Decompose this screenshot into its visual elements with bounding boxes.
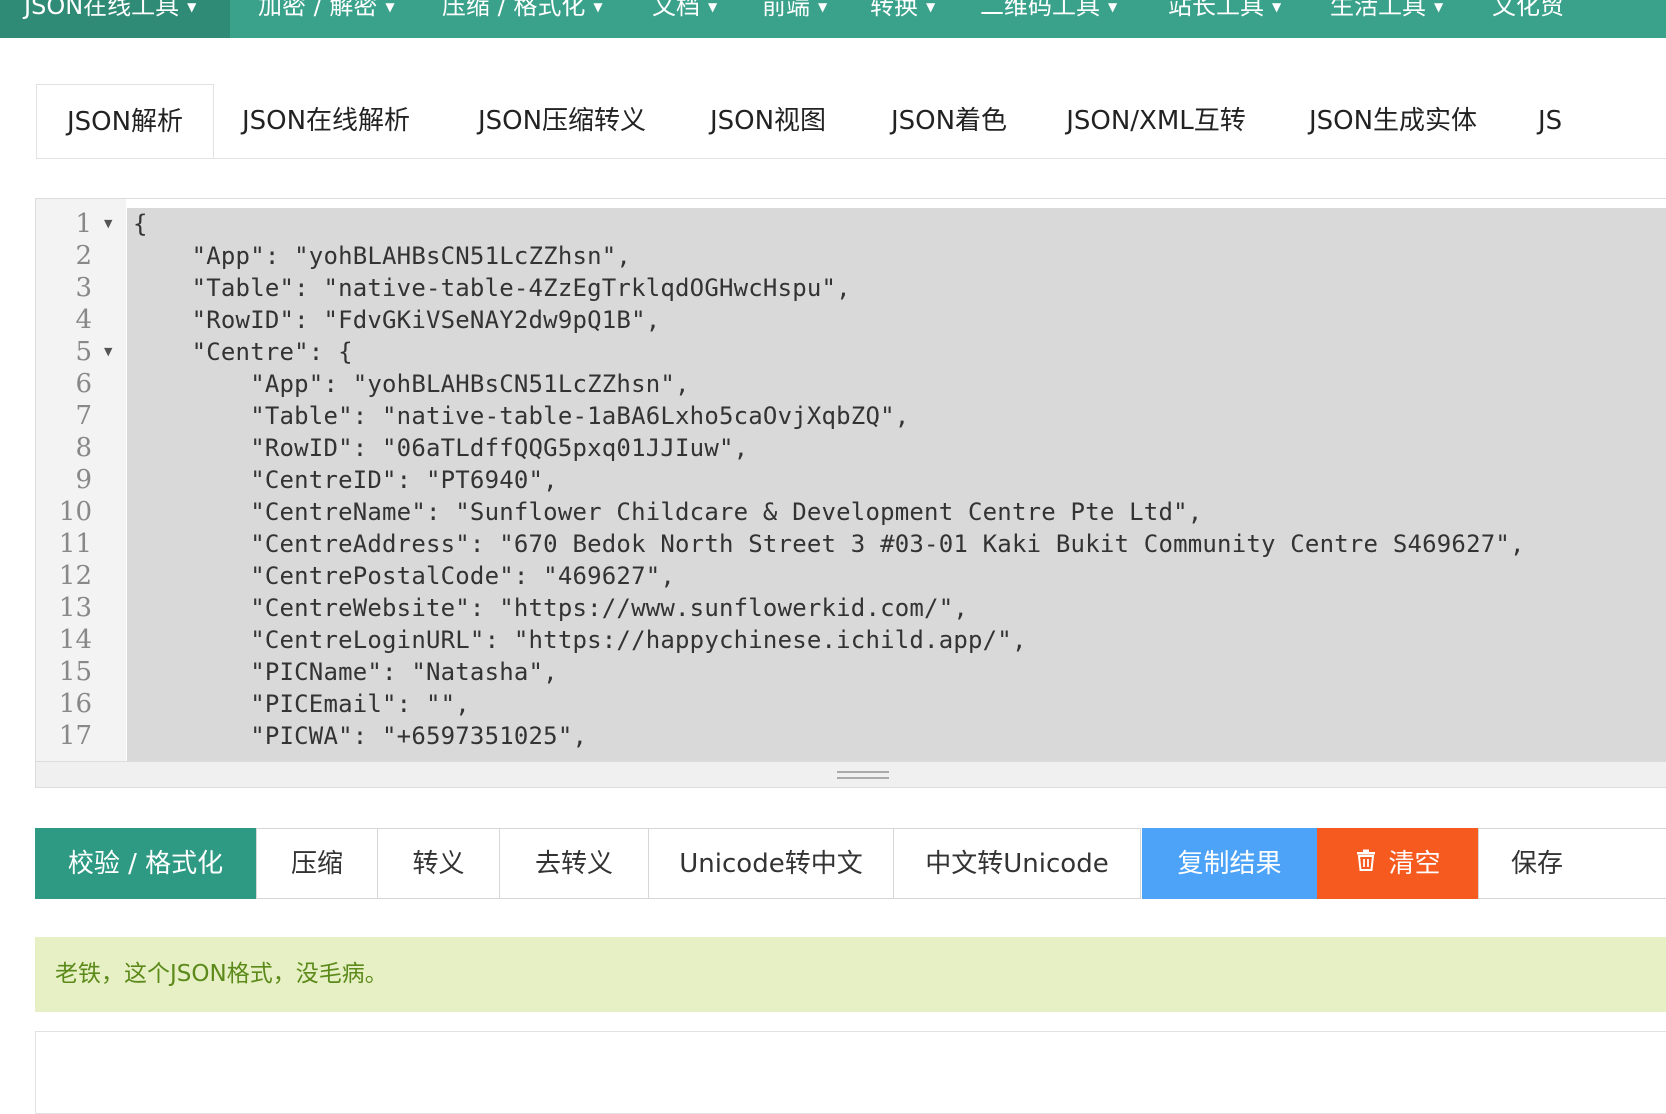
json-editor[interactable]: 1 ▼ 2 3 4 5 ▼ 6 7 8 9 10 11 12 13 14 15 … — [35, 198, 1666, 788]
code-line: { — [133, 210, 148, 238]
chevron-down-icon: ▼ — [818, 0, 828, 14]
tool-tabs: JSON解析 JSON在线解析 JSON压缩转义 JSON视图 JSON着色 J… — [36, 84, 1666, 159]
code-line: "CentreName": "Sunflower Childcare & Dev… — [133, 498, 1203, 526]
nav-item-convert[interactable]: 转换 ▼ — [870, 0, 935, 38]
copy-result-button[interactable]: 复制结果 — [1142, 828, 1317, 899]
line-number: 14 — [58, 625, 92, 655]
chevron-down-icon: ▼ — [708, 0, 718, 14]
line-number: 16 — [58, 689, 92, 719]
code-line: "CentrePostalCode": "469627", — [133, 562, 676, 590]
nav-item-label: JSON在线工具 — [24, 0, 180, 20]
tab-json-view[interactable]: JSON视图 — [696, 84, 840, 158]
output-panel — [35, 1031, 1666, 1114]
escape-button[interactable]: 转义 — [377, 828, 500, 899]
code-line: "CentreAddress": "670 Bedok North Street… — [133, 530, 1525, 558]
code-line: "App": "yohBLAHBsCN51LcZZhsn", — [133, 370, 690, 398]
line-number: 10 — [58, 497, 92, 527]
line-number: 12 — [58, 561, 92, 591]
fold-arrow-icon[interactable]: ▼ — [104, 336, 112, 368]
line-number: 3 — [75, 273, 92, 303]
code-line: "PICEmail": "", — [133, 690, 470, 718]
nav-item-culture[interactable]: 文化贸 — [1492, 0, 1564, 38]
nav-item-webmaster[interactable]: 站长工具 ▼ — [1168, 0, 1281, 38]
code-line: "PICWA": "+6597351025", — [133, 722, 588, 750]
chevron-down-icon: ▼ — [593, 0, 603, 14]
fold-arrow-icon[interactable]: ▼ — [104, 208, 112, 240]
nav-item-qrcode[interactable]: 二维码工具 ▼ — [980, 0, 1117, 38]
save-button[interactable]: 保存 — [1478, 828, 1666, 899]
trash-icon — [1354, 829, 1378, 899]
code-line: "PICName": "Natasha", — [133, 658, 558, 686]
code-line: "Centre": { — [133, 338, 353, 366]
line-number: 2 — [75, 241, 92, 271]
code-line: "RowID": "06aTLdffQQG5pxq01JJIuw", — [133, 434, 749, 462]
chevron-down-icon: ▼ — [926, 0, 936, 14]
clear-button-label: 清空 — [1388, 849, 1441, 879]
chevron-down-icon: ▼ — [385, 0, 395, 14]
editor-resize-handle[interactable] — [36, 761, 1666, 787]
nav-item-docs[interactable]: 文档 ▼ — [652, 0, 717, 38]
line-number: 11 — [58, 529, 92, 559]
tab-json-compress-escape[interactable]: JSON压缩转义 — [456, 84, 668, 158]
line-number: 8 — [75, 433, 92, 463]
code-text-area[interactable]: { "App": "yohBLAHBsCN51LcZZhsn", "Table"… — [127, 208, 1666, 761]
nav-item-encrypt[interactable]: 加密 / 解密 ▼ — [258, 0, 395, 38]
line-gutter: 1 ▼ 2 3 4 5 ▼ 6 7 8 9 10 11 12 13 14 15 … — [36, 199, 126, 761]
tab-json-color[interactable]: JSON着色 — [874, 84, 1024, 158]
line-number: 6 — [75, 369, 92, 399]
code-line: "CentreWebsite": "https://www.sunflowerk… — [133, 594, 969, 622]
chevron-down-icon: ▼ — [1108, 0, 1118, 14]
top-nav: JSON在线工具 ▼ 加密 / 解密 ▼ 压缩 / 格式化 ▼ 文档 ▼ 前端 ▼ 转换 ▼… — [0, 0, 1666, 38]
nav-item-label: 二维码工具 — [980, 0, 1100, 20]
compress-button[interactable]: 压缩 — [256, 828, 378, 899]
nav-item-label: 站长工具 — [1168, 0, 1264, 20]
code-line: "CentreLoginURL": "https://happychinese.… — [133, 626, 1027, 654]
chevron-down-icon: ▼ — [1272, 0, 1282, 14]
chevron-down-icon: ▼ — [187, 0, 197, 14]
code-line: "RowID": "FdvGKiVSeNAY2dw9pQ1B", — [133, 306, 661, 334]
code-line: "App": "yohBLAHBsCN51LcZZhsn", — [133, 242, 632, 270]
nav-item-label: 压缩 / 格式化 — [442, 0, 586, 20]
nav-item-life[interactable]: 生活工具 ▼ — [1330, 0, 1443, 38]
unescape-button[interactable]: 去转义 — [499, 828, 649, 899]
chinese-to-unicode-button[interactable]: 中文转Unicode — [893, 828, 1141, 899]
code-line: "Table": "native-table-1aBA6Lxho5caOvjXq… — [133, 402, 910, 430]
grip-icon — [837, 771, 889, 779]
line-number: 13 — [58, 593, 92, 623]
clear-button[interactable]: 清空 — [1317, 828, 1478, 899]
tab-json-entity[interactable]: JSON生成实体 — [1298, 84, 1488, 158]
tab-json-online-parse[interactable]: JSON在线解析 — [226, 84, 426, 158]
nav-item-label: 前端 — [762, 0, 810, 20]
validate-format-button[interactable]: 校验 / 格式化 — [35, 828, 256, 899]
nav-item-label: 文化贸 — [1492, 0, 1564, 20]
nav-item-label: 转换 — [870, 0, 918, 20]
nav-item-compress[interactable]: 压缩 / 格式化 ▼ — [442, 0, 603, 38]
tab-json-xml[interactable]: JSON/XML互转 — [1056, 84, 1256, 158]
chevron-down-icon: ▼ — [1434, 0, 1444, 14]
nav-item-json-tools[interactable]: JSON在线工具 ▼ — [0, 0, 230, 38]
nav-item-label: 加密 / 解密 — [258, 0, 378, 20]
status-message: 老铁，这个JSON格式，没毛病。 — [35, 937, 1666, 1012]
nav-item-label: 文档 — [652, 0, 700, 20]
code-line: "CentreID": "PT6940", — [133, 466, 558, 494]
action-button-bar: 校验 / 格式化 压缩 转义 去转义 Unicode转中文 中文转Unicode… — [35, 828, 1666, 899]
line-number: 5 — [75, 337, 92, 367]
tab-js[interactable]: JS — [1526, 84, 1586, 158]
line-number: 7 — [75, 401, 92, 431]
nav-item-frontend[interactable]: 前端 ▼ — [762, 0, 827, 38]
tab-json-parse[interactable]: JSON解析 — [36, 84, 214, 158]
line-number: 1 — [75, 209, 92, 239]
code-line: "Table": "native-table-4ZzEgTrklqdOGHwcH… — [133, 274, 851, 302]
unicode-to-chinese-button[interactable]: Unicode转中文 — [648, 828, 894, 899]
line-number: 9 — [75, 465, 92, 495]
nav-item-label: 生活工具 — [1330, 0, 1426, 20]
line-number: 4 — [75, 305, 92, 335]
line-number: 15 — [58, 657, 92, 687]
line-number: 17 — [58, 721, 92, 751]
